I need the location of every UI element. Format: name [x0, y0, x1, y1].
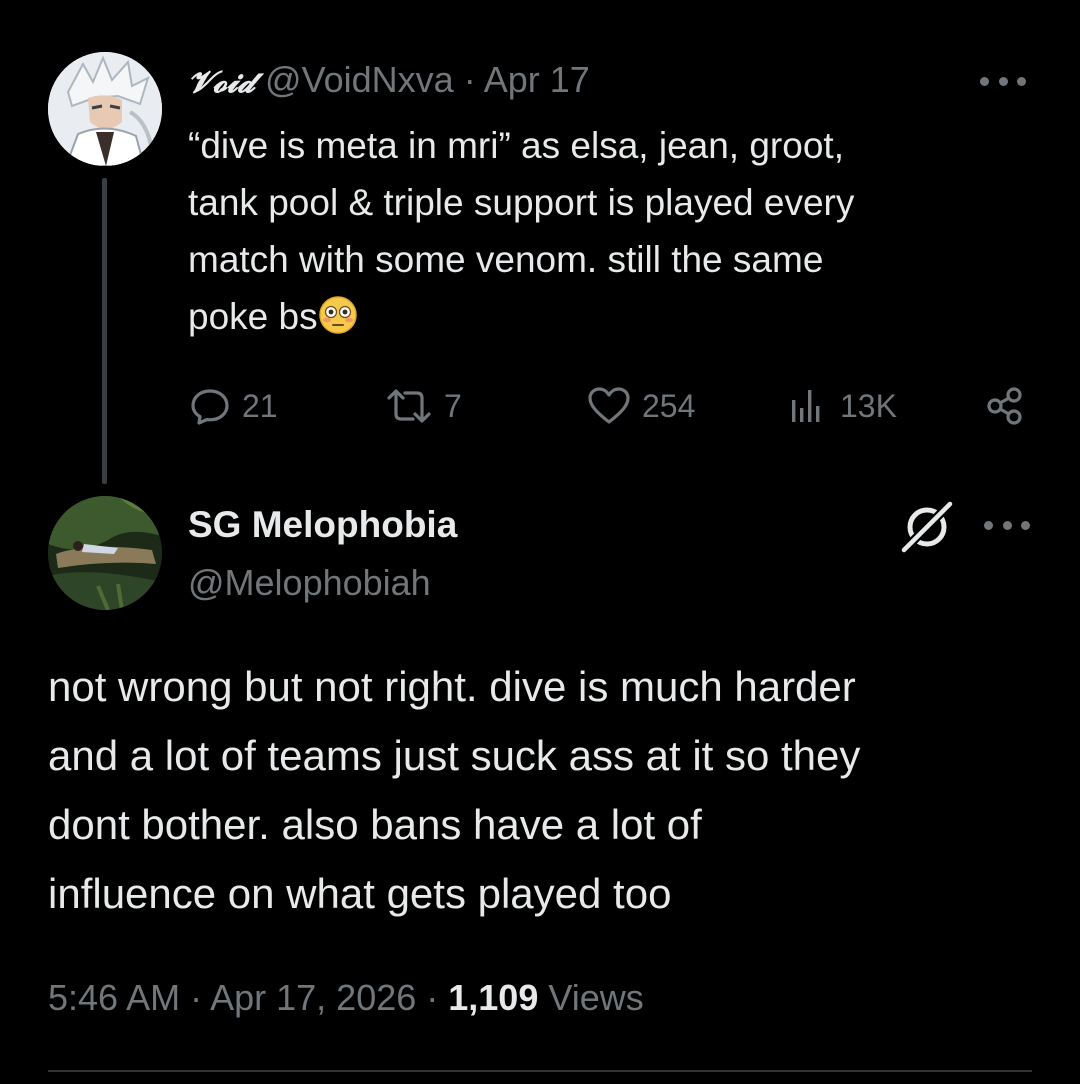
reply-time[interactable]: 5:46 AM — [48, 977, 180, 1018]
reply-tweet-text: not wrong but not right. dive is much ha… — [48, 652, 1038, 928]
reply-views-count[interactable]: 1,109 — [448, 977, 538, 1018]
reply-text-line: dont bother. also bans have a lot of — [48, 801, 702, 848]
meta-separator: · — [180, 977, 211, 1018]
avatar-void[interactable] — [48, 52, 162, 166]
like-count: 254 — [642, 388, 696, 424]
parent-text-line: match with some venom. still the same — [188, 239, 824, 280]
parent-action-bar: 21 7 254 13K — [188, 384, 1038, 428]
tweet-detail-page: 𝓥𝓸𝓲𝓭 @VoidNxva · Apr 17 “dive is meta in… — [0, 0, 1080, 1084]
parent-text-line: tank pool & triple support is played eve… — [188, 182, 855, 223]
flushed-face-emoji-icon — [318, 296, 357, 334]
thread-connector — [102, 178, 107, 484]
avatar-image — [48, 496, 162, 610]
meta-separator: · — [416, 977, 449, 1018]
avatar-image — [48, 52, 162, 166]
divider — [48, 1070, 1032, 1072]
parent-tweet-text: “dive is meta in mri” as elsa, jean, gro… — [188, 117, 1008, 345]
like-action[interactable]: 254 — [586, 384, 695, 428]
reply-more-icon[interactable] — [984, 518, 1030, 532]
grok-icon[interactable] — [898, 498, 956, 554]
reply-text-line: influence on what gets played too — [48, 870, 672, 917]
reply-count: 21 — [242, 388, 278, 424]
parent-text-segment: poke bs — [188, 296, 318, 337]
views-count: 13K — [840, 388, 897, 424]
repost-arrows-icon — [387, 389, 431, 423]
repost-action[interactable]: 7 — [384, 384, 462, 428]
parent-text-line: “dive is meta in mri” as elsa, jean, gro… — [188, 125, 844, 166]
parent-author-name[interactable]: 𝓥𝓸𝓲𝓭 — [188, 65, 255, 100]
reply-author-handle[interactable]: @Melophobiah — [188, 560, 431, 606]
parent-tweet-header: 𝓥𝓸𝓲𝓭 @VoidNxva · Apr 17 — [188, 58, 590, 105]
reply-author-name[interactable]: SG Melophobia — [188, 502, 457, 548]
reply-text-line: not wrong but not right. dive is much ha… — [48, 663, 856, 710]
heart-icon — [588, 387, 630, 424]
share-action[interactable] — [984, 384, 1028, 428]
avatar-melophobia[interactable] — [48, 496, 162, 610]
reply-date[interactable]: Apr 17, 2026 — [210, 977, 416, 1018]
parent-text-line-last: poke bs — [188, 288, 1008, 345]
parent-author-handle[interactable]: @VoidNxva — [265, 59, 454, 100]
reply-tweet-meta: 5:46 AM · Apr 17, 2026 · 1,109 Views — [48, 974, 644, 1022]
reply-views-label: Views — [538, 977, 644, 1018]
share-nodes-icon — [987, 387, 1022, 425]
reply-text-line: and a lot of teams just suck ass at it s… — [48, 732, 861, 779]
parent-more-icon[interactable] — [980, 74, 1026, 88]
views-action[interactable]: 13K — [786, 384, 897, 428]
repost-count: 7 — [444, 388, 462, 424]
reply-action[interactable]: 21 — [188, 384, 278, 428]
speech-bubble-icon — [191, 389, 229, 425]
bar-chart-icon — [792, 390, 820, 422]
header-separator: · — [453, 59, 484, 100]
parent-tweet-date[interactable]: Apr 17 — [484, 59, 590, 100]
